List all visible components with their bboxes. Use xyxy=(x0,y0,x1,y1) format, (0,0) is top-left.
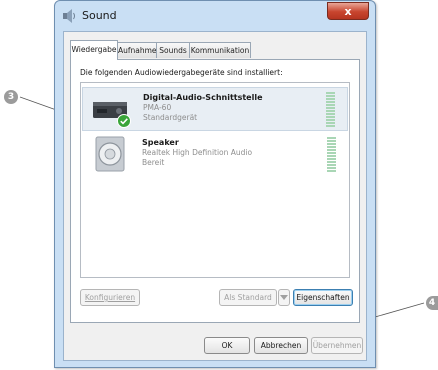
cancel-button[interactable]: Abbrechen xyxy=(254,337,308,354)
level-meter xyxy=(327,137,336,172)
tab-sounds[interactable]: Sounds xyxy=(156,42,190,58)
window-title: Sound xyxy=(82,9,117,22)
default-check-icon xyxy=(117,114,131,128)
speaker-title-icon xyxy=(63,9,75,23)
device-digital-audio[interactable]: Digital-Audio-Schnittstelle PMA-60 Stand… xyxy=(82,87,348,131)
set-default-dropdown[interactable] xyxy=(278,289,290,306)
properties-button[interactable]: Eigenschaften xyxy=(293,289,353,306)
device-speaker[interactable]: Speaker Realtek High Definition Audio Be… xyxy=(82,133,348,177)
device-driver: Realtek High Definition Audio xyxy=(142,148,253,157)
set-default-button[interactable]: Als Standard xyxy=(219,289,277,306)
dialog-client: Wiedergabe Aufnahme Sounds Kommunikation… xyxy=(63,31,367,361)
title-bar[interactable]: Sound x xyxy=(55,1,375,31)
callout-marker-right: 4 xyxy=(426,296,438,310)
speaker-icon xyxy=(95,136,125,172)
callout-marker-left: 3 xyxy=(4,90,18,104)
tab-aufnahme[interactable]: Aufnahme xyxy=(117,42,157,58)
sound-dialog: Sound x Wiedergabe Aufnahme Sounds Kommu… xyxy=(54,0,376,368)
level-meter xyxy=(326,92,335,127)
configure-button-label: Konfigurieren xyxy=(84,293,136,302)
playback-panel: Die folgenden Audiowiedergabegeräte sind… xyxy=(70,59,360,323)
chevron-down-icon xyxy=(280,295,288,300)
panel-header: Die folgenden Audiowiedergabegeräte sind… xyxy=(80,68,283,77)
properties-button-label: Eigenschaften xyxy=(296,293,350,302)
set-default-button-label: Als Standard xyxy=(224,293,272,302)
tab-kommunikation[interactable]: Kommunikation xyxy=(189,42,251,58)
apply-button[interactable]: Übernehmen xyxy=(311,337,363,354)
ok-button[interactable]: OK xyxy=(204,337,250,354)
device-name: Speaker xyxy=(142,138,179,147)
device-list[interactable]: Digital-Audio-Schnittstelle PMA-60 Stand… xyxy=(80,82,350,278)
device-name: Digital-Audio-Schnittstelle xyxy=(143,93,263,102)
device-status: Standardgerät xyxy=(143,113,198,122)
device-model: PMA-60 xyxy=(143,103,172,112)
close-button[interactable]: x xyxy=(327,2,369,20)
configure-button[interactable]: Konfigurieren xyxy=(80,289,140,306)
device-status: Bereit xyxy=(142,158,165,167)
tab-wiedergabe[interactable]: Wiedergabe xyxy=(70,40,118,60)
